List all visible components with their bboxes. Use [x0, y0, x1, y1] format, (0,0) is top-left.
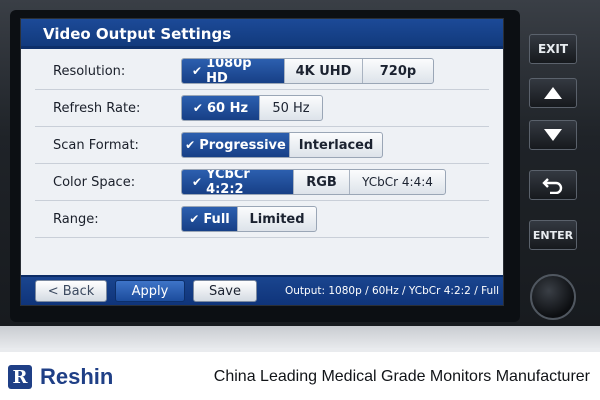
- option-label: YCbCr 4:2:2: [206, 169, 250, 195]
- color-space-selector: ✔ YCbCr 4:2:2 RGB YCbCr 4:4:4: [181, 169, 446, 195]
- check-icon: ✔: [189, 212, 200, 226]
- setting-row-scan-format: Scan Format: ✔ Progressive Interlaced: [35, 127, 489, 164]
- option-label: 1080p HD: [206, 58, 252, 84]
- down-arrow-icon: [544, 129, 562, 141]
- monitor-base: [0, 326, 600, 348]
- brand-logo: R Reshin: [8, 364, 113, 390]
- save-button[interactable]: Save: [193, 280, 257, 302]
- brand-footer: R Reshin China Leading Medical Grade Mon…: [0, 352, 600, 400]
- option-limited[interactable]: Limited: [238, 207, 316, 231]
- brand-tagline: China Leading Medical Grade Monitors Man…: [213, 368, 590, 385]
- up-button[interactable]: [529, 78, 577, 108]
- down-button[interactable]: [529, 120, 577, 150]
- up-arrow-icon: [544, 87, 562, 99]
- setting-row-refresh-rate: Refresh Rate: ✔ 60 Hz 50 Hz: [35, 90, 489, 127]
- option-4k-uhd[interactable]: 4K UHD: [285, 59, 363, 83]
- rotary-knob[interactable]: [530, 274, 576, 320]
- setting-label: Color Space:: [53, 174, 136, 190]
- option-label: 50 Hz: [272, 100, 310, 116]
- setting-row-color-space: Color Space: ✔ YCbCr 4:2:2 RGB YCbCr 4:4:…: [35, 164, 489, 201]
- option-60hz[interactable]: ✔ 60 Hz: [182, 96, 260, 120]
- option-label: RGB: [306, 174, 337, 190]
- reshin-logo-icon: R: [8, 365, 32, 389]
- option-label: 60 Hz: [206, 100, 249, 116]
- brand-name: Reshin: [40, 364, 114, 389]
- option-label: 720p: [379, 63, 417, 79]
- option-ycbcr-422[interactable]: ✔ YCbCr 4:2:2: [182, 170, 294, 194]
- exit-button[interactable]: EXIT: [529, 34, 577, 64]
- option-rgb[interactable]: RGB: [294, 170, 350, 194]
- option-ycbcr-444[interactable]: YCbCr 4:4:4: [350, 170, 445, 194]
- refresh-rate-selector: ✔ 60 Hz 50 Hz: [181, 95, 323, 121]
- action-bar: < Back Apply Save Output: 1080p / 60Hz /…: [21, 275, 503, 305]
- option-full[interactable]: ✔ Full: [182, 207, 238, 231]
- option-progressive[interactable]: ✔ Progressive: [182, 133, 290, 157]
- back-button[interactable]: < Back: [35, 280, 107, 302]
- enter-button[interactable]: ENTER: [529, 220, 577, 250]
- return-arrow-icon: [542, 178, 563, 194]
- option-label: Full: [203, 211, 230, 227]
- option-label: Progressive: [199, 137, 286, 153]
- check-icon: ✔: [192, 101, 203, 115]
- setting-label: Scan Format:: [53, 137, 139, 153]
- option-720p[interactable]: 720p: [363, 59, 433, 83]
- setting-label: Resolution:: [53, 63, 126, 79]
- check-icon: ✔: [192, 64, 203, 78]
- option-label: YCbCr 4:4:4: [362, 175, 433, 189]
- settings-list: Resolution: ✔ 1080p HD 4K UHD 720p Refres…: [21, 49, 503, 238]
- option-label: 4K UHD: [295, 63, 352, 79]
- option-1080p[interactable]: ✔ 1080p HD: [182, 59, 285, 83]
- output-status: Output: 1080p / 60Hz / YCbCr 4:2:2 / Ful…: [285, 285, 500, 297]
- scan-format-selector: ✔ Progressive Interlaced: [181, 132, 383, 158]
- resolution-selector: ✔ 1080p HD 4K UHD 720p: [181, 58, 434, 84]
- option-label: Interlaced: [298, 137, 374, 153]
- option-50hz[interactable]: 50 Hz: [260, 96, 322, 120]
- option-interlaced[interactable]: Interlaced: [290, 133, 382, 157]
- return-button[interactable]: [529, 170, 577, 200]
- range-selector: ✔ Full Limited: [181, 206, 317, 232]
- setting-row-resolution: Resolution: ✔ 1080p HD 4K UHD 720p: [35, 53, 489, 90]
- setting-row-range: Range: ✔ Full Limited: [35, 201, 489, 238]
- apply-button[interactable]: Apply: [115, 280, 185, 302]
- check-icon: ✔: [192, 175, 203, 189]
- settings-screen: Video Output Settings Resolution: ✔ 1080p…: [20, 18, 504, 306]
- setting-label: Range:: [53, 211, 99, 227]
- check-icon: ✔: [185, 138, 196, 152]
- setting-label: Refresh Rate:: [53, 100, 141, 116]
- option-label: Limited: [249, 211, 305, 227]
- window-title: Video Output Settings: [21, 19, 503, 49]
